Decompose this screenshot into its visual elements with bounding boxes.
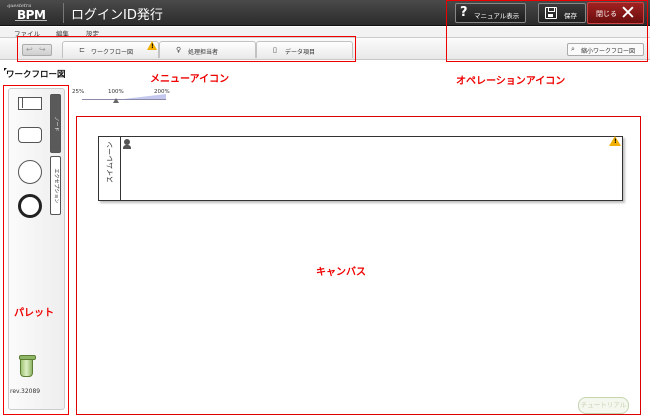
annotation-box-menu [17,36,356,62]
warning-icon [609,136,621,146]
annotation-box-operation [446,0,648,62]
page-title: ログインID発行 [71,8,163,23]
title-divider [63,3,64,23]
annotation-label-menu: メニューアイコン [150,74,230,85]
annotation-label-canvas: キャンバス [316,267,366,278]
questetra-logo: questetra BPM [7,3,55,22]
section-title: ワークフロー図 [6,70,66,80]
zoom-track [82,99,166,100]
person-icon [123,139,131,149]
annotation-box-palette [3,85,69,415]
tutorial-button[interactable]: チュートリアル [578,397,629,414]
zoom-thumb[interactable] [113,98,119,103]
logo-underline [15,20,47,21]
swimlane-header[interactable]: スイムレーン [99,137,121,200]
annotation-label-operation: オペレーションアイコン [456,76,566,87]
zoom-label-25: 25% [72,89,85,95]
swimlane-label: スイムレーン [106,141,114,183]
swimlane[interactable]: スイムレーン [98,136,623,201]
annotation-label-palette: パレット [14,308,54,319]
